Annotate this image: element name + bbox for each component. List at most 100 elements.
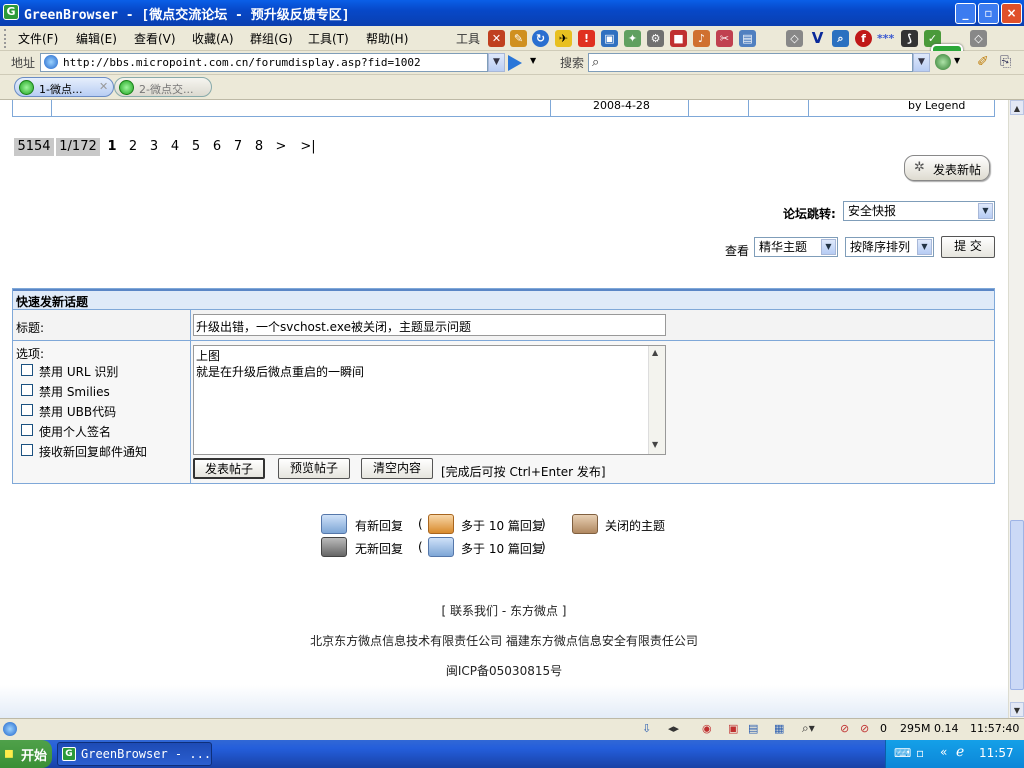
options-label: 选项: xyxy=(16,347,45,361)
flash-block-icon[interactable]: ✈ xyxy=(555,30,572,47)
flash-icon[interactable]: f xyxy=(855,30,872,47)
footer-contact-text[interactable]: [ 联系我们 - 东方微点 ] xyxy=(442,604,567,618)
tab-1[interactable]: 1-微点... ✕ xyxy=(14,77,114,97)
menu-view[interactable]: 查看(V) xyxy=(134,30,176,47)
content-textarea[interactable]: 上图 就是在升级后微点重启的一瞬间 ▲ ▼ xyxy=(193,345,666,455)
preview-post-button[interactable]: 预览帖子 xyxy=(278,458,350,479)
tool-diamond2-icon[interactable]: ◇ xyxy=(970,30,987,47)
split-view-icon[interactable]: ◂▸ xyxy=(668,722,679,735)
search-engine-dropdown-icon[interactable]: ▼ xyxy=(954,56,960,65)
page-search-icon[interactable]: ⎘ xyxy=(1000,54,1011,70)
tab-2[interactable]: 2-微点交... xyxy=(114,77,212,97)
window-titlebar[interactable]: G GreenBrowser - [微点交流论坛 - 预升级反馈专区] _ ▫ … xyxy=(0,0,1024,26)
tray-icon[interactable]: ▫ xyxy=(916,746,924,760)
scrollbar-thumb[interactable] xyxy=(1010,520,1024,690)
tab-close-icon[interactable]: ✕ xyxy=(99,80,108,93)
menu-groups[interactable]: 群组(G) xyxy=(250,30,293,47)
option-label: 使用个人签名 xyxy=(39,425,112,439)
script-icon[interactable]: ✎ xyxy=(510,30,527,47)
menu-tools[interactable]: 工具(T) xyxy=(308,30,349,47)
toolbar-grip xyxy=(4,29,8,48)
start-button[interactable]: ◼ 开始 xyxy=(0,740,52,768)
ie-tray-icon[interactable]: ℯ xyxy=(956,744,964,760)
scroll-up-icon[interactable]: ▲ xyxy=(652,348,658,357)
view-submit-button[interactable]: 提 交 xyxy=(941,236,995,258)
scroll-down-icon[interactable]: ▼ xyxy=(652,440,658,449)
pager-page-3[interactable]: 3 xyxy=(146,138,162,156)
search-dropdown-button[interactable]: ▼ xyxy=(913,53,930,72)
pager-page-5[interactable]: 5 xyxy=(188,138,204,156)
zoom-icon[interactable]: ⌕ xyxy=(832,30,849,47)
pager-page-4[interactable]: 4 xyxy=(167,138,183,156)
popup-status-icon[interactable]: ▣ xyxy=(728,722,738,735)
pager-page-8[interactable]: 8 xyxy=(251,138,267,156)
order-select[interactable]: 按降序排列 ▼ xyxy=(845,237,934,257)
warning-icon[interactable]: ! xyxy=(578,30,595,47)
col-divider xyxy=(51,100,52,117)
textarea-scrollbar[interactable]: ▲ ▼ xyxy=(648,346,665,454)
sound-icon[interactable]: ♪ xyxy=(693,30,710,47)
footer-contact[interactable]: [ 联系我们 - 东方微点 ] xyxy=(0,602,1008,619)
pager-last[interactable]: >| xyxy=(295,138,321,156)
search-engine-icon[interactable] xyxy=(935,54,951,70)
pager-page-6[interactable]: 6 xyxy=(209,138,225,156)
status-memory: 295M xyxy=(900,722,931,735)
search-label: 搜索 xyxy=(560,56,585,70)
run-icon[interactable]: ⟆ xyxy=(901,30,918,47)
taskbar-task-greenbrowser[interactable]: G GreenBrowser - ... xyxy=(57,742,212,766)
filter-icon[interactable]: ▤ xyxy=(739,30,756,47)
block2-status-icon[interactable]: ⊘ xyxy=(860,722,869,735)
image-block-icon[interactable]: ■ xyxy=(670,30,687,47)
menu-edit[interactable]: 编辑(E) xyxy=(76,30,117,47)
refresh-icon[interactable]: ↻ xyxy=(532,30,549,47)
scroll-down-icon[interactable]: ▼ xyxy=(1010,702,1024,717)
thread-row-last[interactable]: 2008-4-28 by Legend xyxy=(12,100,995,117)
tile-icon[interactable]: ▦ xyxy=(774,722,784,735)
v-icon[interactable]: V xyxy=(809,30,826,47)
window-status-icon[interactable]: ▤ xyxy=(748,722,758,735)
popup-block-icon[interactable]: ▣ xyxy=(601,30,618,47)
highlight-icon[interactable]: ✐ xyxy=(977,54,989,70)
cleanup-icon[interactable]: ✂ xyxy=(716,30,733,47)
mute-icon[interactable]: ◉ xyxy=(702,722,712,735)
checkbox[interactable] xyxy=(21,404,33,416)
checkbox[interactable] xyxy=(21,424,33,436)
proxy-icon[interactable]: ✕ xyxy=(488,30,505,47)
new-post-button[interactable]: ✲ 发表新帖 xyxy=(904,155,990,181)
zoom-status-icon[interactable]: ⌕▾ xyxy=(802,721,815,736)
go-dropdown-icon[interactable]: ▼ xyxy=(530,56,536,65)
page-scrollbar[interactable]: ▲ ▼ xyxy=(1008,100,1024,718)
go-icon[interactable] xyxy=(508,55,522,71)
address-input[interactable]: http://bbs.micropoint.com.cn/forumdispla… xyxy=(40,53,488,72)
pager-page-7[interactable]: 7 xyxy=(230,138,246,156)
block-status-icon[interactable]: ⊘ xyxy=(840,722,849,735)
activex-icon[interactable]: ✦ xyxy=(624,30,641,47)
clear-content-button[interactable]: 清空内容 xyxy=(361,458,433,479)
menu-favorites[interactable]: 收藏(A) xyxy=(192,30,234,47)
pager-page-2[interactable]: 2 xyxy=(125,138,141,156)
minimize-button[interactable]: _ xyxy=(955,3,976,24)
checkbox[interactable] xyxy=(21,384,33,396)
scroll-up-icon[interactable]: ▲ xyxy=(1010,100,1024,115)
tray-expand-icon[interactable]: « xyxy=(940,745,947,759)
tool-diamond-icon[interactable]: ◇ xyxy=(786,30,803,47)
address-dropdown-button[interactable]: ▼ xyxy=(488,53,505,72)
maximize-button[interactable]: ▫ xyxy=(978,3,999,24)
menu-file[interactable]: 文件(F) xyxy=(18,30,58,47)
pager-next[interactable]: > xyxy=(273,138,289,156)
download-status-icon[interactable]: ⇩ xyxy=(642,722,651,735)
submit-post-button[interactable]: 发表帖子 xyxy=(193,458,265,479)
folder-hot-old-icon xyxy=(428,537,454,557)
close-button[interactable]: × xyxy=(1001,3,1022,24)
start-label: 开始 xyxy=(21,749,48,764)
title-input[interactable]: 升级出错，一个svchost.exe被关闭，主题显示问题 xyxy=(193,314,666,336)
search-input[interactable]: ⌕ xyxy=(588,53,913,72)
checkbox[interactable] xyxy=(21,364,33,376)
menu-help[interactable]: 帮助(H) xyxy=(366,30,408,47)
forum-jump-select[interactable]: 安全快报 ▼ xyxy=(843,201,995,221)
keyboard-icon[interactable]: ⌨ xyxy=(894,746,911,760)
checkbox[interactable] xyxy=(21,444,33,456)
view-filter-select[interactable]: 精华主题 ▼ xyxy=(754,237,838,257)
download-icon[interactable]: ⚙ xyxy=(647,30,664,47)
password-icon[interactable]: *** xyxy=(877,30,894,47)
